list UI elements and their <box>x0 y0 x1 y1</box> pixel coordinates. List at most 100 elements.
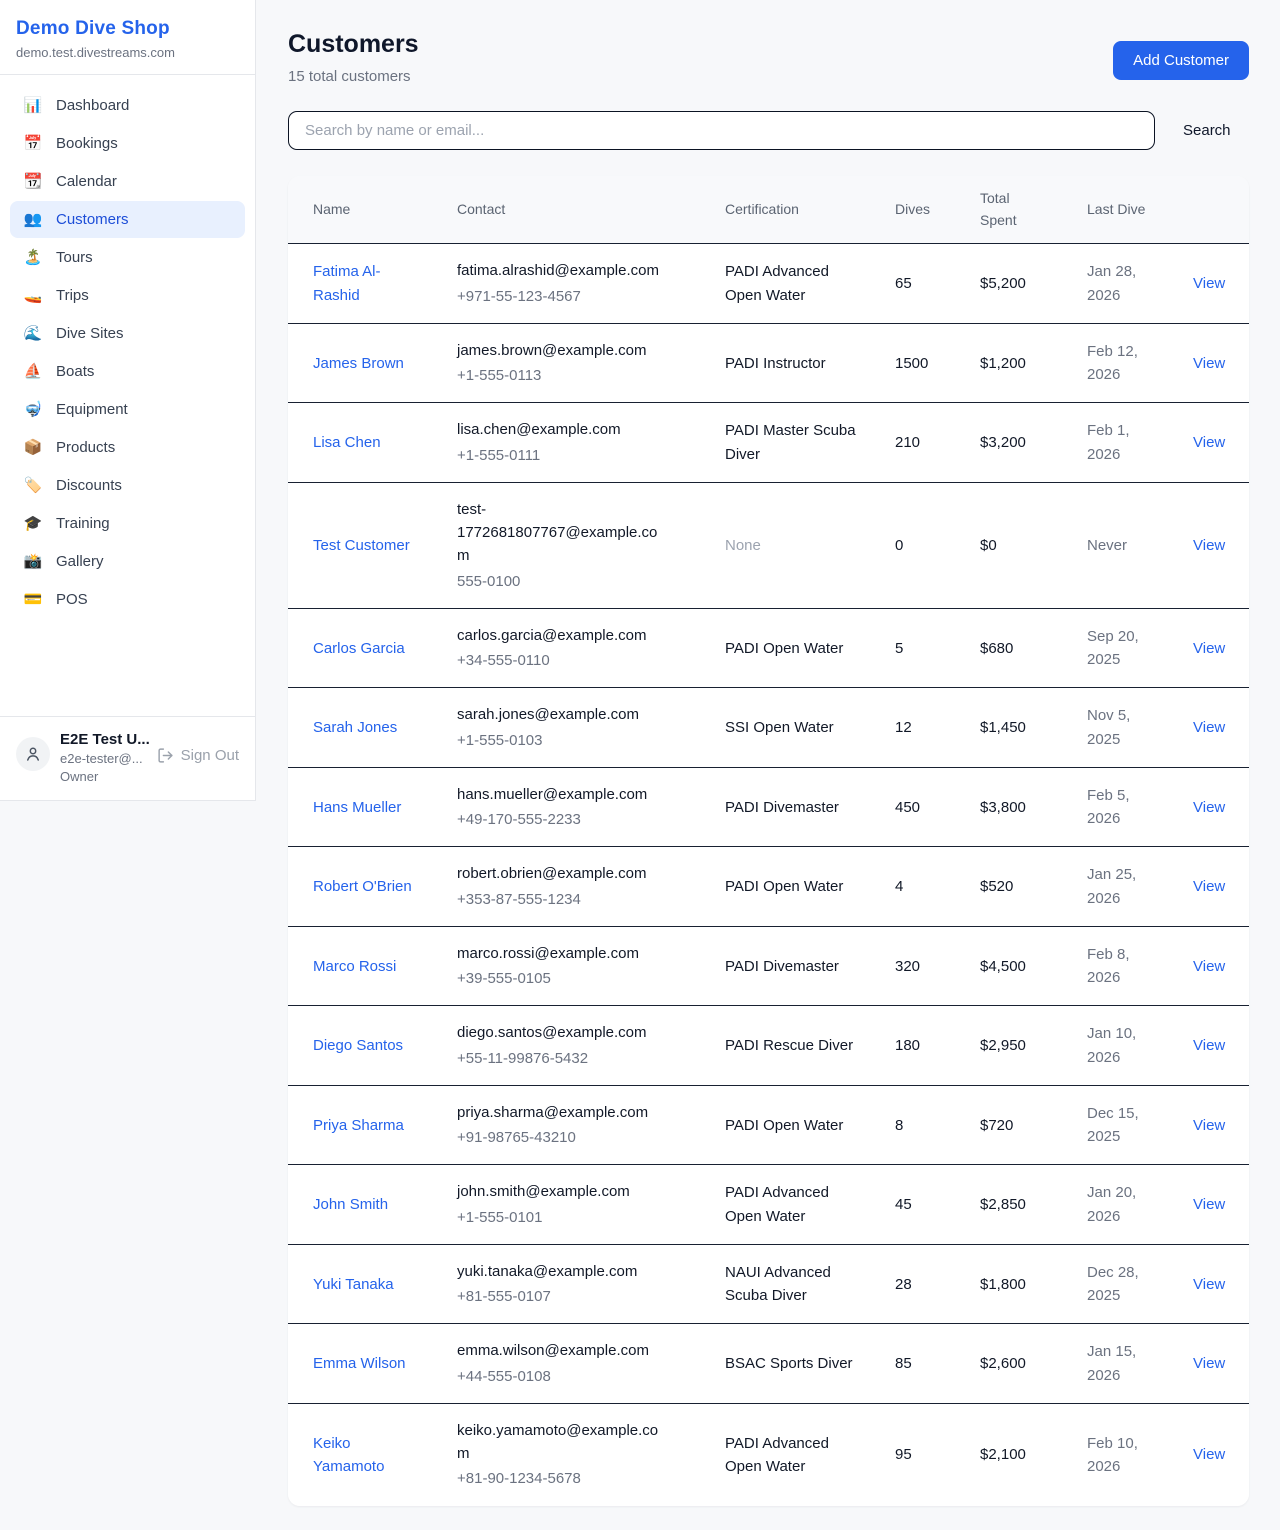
sidebar-item-label: Trips <box>56 287 89 304</box>
sign-out-icon <box>157 747 174 764</box>
last-dive-cell: Dec 15, 2025 <box>1063 1087 1169 1164</box>
sidebar-nav: 📊Dashboard📅Bookings📆Calendar👥Customers🏝️… <box>0 75 255 716</box>
customer-phone: +55-11-99876-5432 <box>457 1047 661 1070</box>
customer-name-link[interactable]: James Brown <box>313 352 404 375</box>
view-link[interactable]: View <box>1193 640 1225 657</box>
last-dive-cell: Feb 5, 2026 <box>1063 769 1169 846</box>
sidebar-item-training[interactable]: 🎓Training <box>10 505 245 542</box>
contact-cell: carlos.garcia@example.com +34-555-0110 <box>433 609 701 688</box>
sidebar-item-gallery[interactable]: 📸Gallery <box>10 543 245 580</box>
view-link[interactable]: View <box>1193 1446 1225 1463</box>
label-tag-icon: 🏷️ <box>23 478 43 493</box>
contact-cell: priya.sharma@example.com +91-98765-43210 <box>433 1086 701 1165</box>
customer-name-link[interactable]: Emma Wilson <box>313 1352 406 1375</box>
view-link[interactable]: View <box>1193 434 1225 451</box>
customer-name-link[interactable]: Diego Santos <box>313 1034 403 1057</box>
sidebar-item-label: Equipment <box>56 401 128 418</box>
dives-cell: 1500 <box>871 337 956 390</box>
search-input[interactable] <box>288 111 1155 150</box>
customer-name-link[interactable]: Fatima Al-Rashid <box>313 260 423 307</box>
customer-phone: +34-555-0110 <box>457 649 661 672</box>
customer-name-link[interactable]: Robert O'Brien <box>313 875 412 898</box>
view-link[interactable]: View <box>1193 1117 1225 1134</box>
customer-email: sarah.jones@example.com <box>457 703 661 726</box>
sidebar-item-trips[interactable]: 🚤Trips <box>10 277 245 314</box>
dives-cell: 320 <box>871 940 956 993</box>
customer-phone: +44-555-0108 <box>457 1365 661 1388</box>
customer-name-link[interactable]: John Smith <box>313 1193 388 1216</box>
view-link[interactable]: View <box>1193 537 1225 554</box>
table-body: Fatima Al-Rashid fatima.alrashid@example… <box>288 244 1249 1505</box>
customer-email: lisa.chen@example.com <box>457 418 661 441</box>
customer-email: john.smith@example.com <box>457 1180 661 1203</box>
sidebar-item-products[interactable]: 📦Products <box>10 429 245 466</box>
view-link[interactable]: View <box>1193 1355 1225 1372</box>
customer-phone: +81-555-0107 <box>457 1285 661 1308</box>
total-spent-cell: $520 <box>956 860 1063 913</box>
view-link[interactable]: View <box>1193 799 1225 816</box>
column-header: Contact <box>433 187 701 233</box>
column-header: Last Dive <box>1063 187 1169 233</box>
customer-name-link[interactable]: Lisa Chen <box>313 431 381 454</box>
sidebar-item-dashboard[interactable]: 📊Dashboard <box>10 87 245 124</box>
certification-cell: PADI Open Water <box>701 1099 871 1152</box>
view-link[interactable]: View <box>1193 355 1225 372</box>
customer-name-link[interactable]: Marco Rossi <box>313 955 396 978</box>
sidebar-user-footer: E2E Test U... e2e-tester@... Owner Sign … <box>0 716 255 800</box>
customer-name-link[interactable]: Test Customer <box>313 534 410 557</box>
main-content: Customers 15 total customers Add Custome… <box>256 0 1280 1530</box>
table-row: Keiko Yamamoto keiko.yamamoto@example.co… <box>288 1404 1249 1506</box>
customer-name-link[interactable]: Sarah Jones <box>313 716 397 739</box>
user-icon <box>24 745 42 763</box>
search-button[interactable]: Search <box>1183 122 1231 139</box>
last-dive-cell: Sep 20, 2025 <box>1063 610 1169 687</box>
customer-name-link[interactable]: Carlos Garcia <box>313 637 405 660</box>
contact-cell: emma.wilson@example.com +44-555-0108 <box>433 1324 701 1403</box>
view-link[interactable]: View <box>1193 878 1225 895</box>
dives-cell: 210 <box>871 416 956 469</box>
certification-cell: PADI Divemaster <box>701 940 871 993</box>
customer-name-link[interactable]: Priya Sharma <box>313 1114 404 1137</box>
sidebar-item-dive-sites[interactable]: 🌊Dive Sites <box>10 315 245 352</box>
camera-flash-icon: 📸 <box>23 554 43 569</box>
calendar-icon: 📅 <box>23 136 43 151</box>
shop-title: Demo Dive Shop <box>16 18 239 40</box>
sidebar-item-calendar[interactable]: 📆Calendar <box>10 163 245 200</box>
table-row: Carlos Garcia carlos.garcia@example.com … <box>288 609 1249 689</box>
sidebar-item-pos[interactable]: 💳POS <box>10 581 245 618</box>
shop-domain: demo.test.divestreams.com <box>16 45 239 60</box>
customer-phone: +81-90-1234-5678 <box>457 1467 661 1490</box>
logo-block: Demo Dive Shop demo.test.divestreams.com <box>0 0 255 75</box>
dives-cell: 5 <box>871 622 956 675</box>
total-spent-cell: $720 <box>956 1099 1063 1152</box>
sidebar-item-tours[interactable]: 🏝️Tours <box>10 239 245 276</box>
graduation-cap-icon: 🎓 <box>23 516 43 531</box>
sidebar-item-equipment[interactable]: 🤿Equipment <box>10 391 245 428</box>
contact-cell: test-1772681807767@example.com 555-0100 <box>433 483 701 608</box>
view-link[interactable]: View <box>1193 275 1225 292</box>
view-link[interactable]: View <box>1193 958 1225 975</box>
contact-cell: yuki.tanaka@example.com +81-555-0107 <box>433 1245 701 1324</box>
total-spent-cell: $4,500 <box>956 940 1063 993</box>
view-link[interactable]: View <box>1193 1037 1225 1054</box>
dives-cell: 45 <box>871 1178 956 1231</box>
customer-email: keiko.yamamoto@example.com <box>457 1419 661 1466</box>
customer-name-link[interactable]: Hans Mueller <box>313 796 401 819</box>
sidebar-item-customers[interactable]: 👥Customers <box>10 201 245 238</box>
sidebar-item-boats[interactable]: ⛵Boats <box>10 353 245 390</box>
view-link[interactable]: View <box>1193 1276 1225 1293</box>
add-customer-button[interactable]: Add Customer <box>1113 41 1249 80</box>
customer-name-link[interactable]: Keiko Yamamoto <box>313 1432 423 1479</box>
view-link[interactable]: View <box>1193 1196 1225 1213</box>
view-link[interactable]: View <box>1193 719 1225 736</box>
last-dive-cell: Dec 28, 2025 <box>1063 1246 1169 1323</box>
dives-cell: 450 <box>871 781 956 834</box>
total-spent-cell: $3,800 <box>956 781 1063 834</box>
sidebar-item-bookings[interactable]: 📅Bookings <box>10 125 245 162</box>
sign-out-button[interactable]: Sign Out <box>157 747 239 764</box>
certification-cell: PADI Advanced Open Water <box>701 1166 871 1243</box>
user-name: E2E Test U... <box>60 731 147 748</box>
customer-email: marco.rossi@example.com <box>457 942 661 965</box>
sidebar-item-discounts[interactable]: 🏷️Discounts <box>10 467 245 504</box>
customer-name-link[interactable]: Yuki Tanaka <box>313 1273 394 1296</box>
